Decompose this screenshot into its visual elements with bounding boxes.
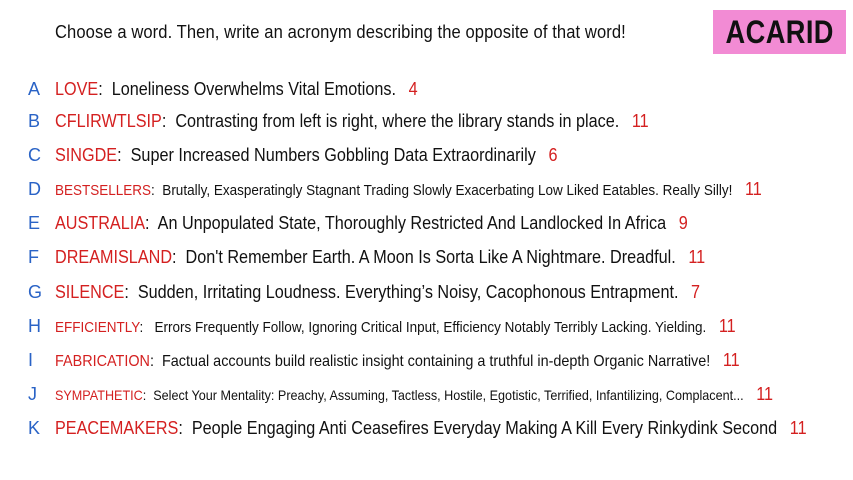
entry-letter: C (28, 145, 41, 165)
entry-score: 11 (631, 111, 649, 131)
entry-line: AUSTRALIA: An Unpopulated State, Thoroug… (55, 213, 688, 233)
entry-letter: D (28, 179, 41, 199)
entry-letter: G (28, 282, 43, 302)
entry-word: AUSTRALIA (55, 213, 146, 233)
entry-definition: Errors Frequently Follow, Ignoring Criti… (154, 319, 707, 336)
entry-line: DREAMISLAND: Don't Remember Earth. A Moo… (55, 247, 706, 267)
entry-row: C SINGDE: Super Increased Numbers Gobbli… (0, 142, 853, 168)
entry-word: SINGDE (55, 145, 118, 165)
entry-row: J SYMPATHETIC: Select Your Mentality: Pr… (0, 381, 853, 407)
entry-word: PEACEMAKERS (55, 418, 179, 438)
entry-letter: I (28, 350, 34, 370)
entry-word: BESTSELLERS (55, 182, 152, 199)
entry-line: SINGDE: Super Increased Numbers Gobbling… (55, 145, 558, 165)
entry-row: D BESTSELLERS: Brutally, Exasperatingly … (0, 176, 853, 202)
entry-score: 7 (691, 282, 701, 302)
entry-row: A LOVE: Loneliness Overwhelms Vital Emot… (0, 76, 853, 102)
prompt-text: Choose a word. Then, write an acronym de… (55, 22, 626, 42)
entry-letter: A (28, 79, 41, 99)
entry-letter: J (28, 384, 37, 404)
entry-definition: Don't Remember Earth. A Moon Is Sorta Li… (185, 247, 676, 267)
entry-definition: Loneliness Overwhelms Vital Emotions. (111, 79, 396, 99)
entry-line: SILENCE: Sudden, Irritating Loudness. Ev… (55, 282, 701, 302)
entry-score: 11 (756, 384, 774, 404)
entry-score: 11 (744, 179, 762, 199)
entry-line: FABRICATION: Factual accounts build real… (55, 350, 740, 370)
entry-score: 4 (408, 79, 418, 99)
entry-definition: Select Your Mentality: Preachy, Assuming… (153, 387, 744, 403)
entry-definition: Factual accounts build realistic insight… (161, 353, 711, 370)
entry-word: FABRICATION (55, 353, 150, 370)
entry-score: 6 (548, 145, 558, 165)
entry-word: EFFICIENTLY (55, 319, 140, 336)
entry-row: B CFLIRWTLSIP: Contrasting from left is … (0, 108, 853, 134)
entry-letter: K (28, 418, 41, 438)
entry-row: H EFFICIENTLY: Errors Frequently Follow,… (0, 313, 853, 339)
entry-score: 11 (688, 247, 706, 267)
entry-score: 11 (789, 418, 807, 438)
entry-definition: Contrasting from left is right, where th… (175, 111, 620, 131)
entry-definition: Super Increased Numbers Gobbling Data Ex… (130, 145, 536, 165)
entry-row: F DREAMISLAND: Don't Remember Earth. A M… (0, 244, 853, 270)
logo-text: ACARID (725, 13, 834, 50)
entry-row: K PEACEMAKERS: People Engaging Anti Ceas… (0, 415, 853, 441)
entry-line: BESTSELLERS: Brutally, Exasperatingly St… (55, 179, 762, 199)
entry-definition: People Engaging Anti Ceasefires Everyday… (191, 418, 778, 438)
entry-word: DREAMISLAND (55, 247, 173, 267)
entry-word: SILENCE (55, 282, 125, 302)
entry-letter: B (28, 111, 41, 131)
entry-line: SYMPATHETIC: Select Your Mentality: Prea… (55, 384, 774, 404)
entry-line: EFFICIENTLY: Errors Frequently Follow, I… (55, 316, 736, 336)
entry-letter: H (28, 316, 41, 336)
entry-score: 11 (718, 316, 736, 336)
entry-word: CFLIRWTLSIP (55, 111, 162, 131)
entry-row: I FABRICATION: Factual accounts build re… (0, 347, 853, 373)
entry-line: PEACEMAKERS: People Engaging Anti Ceasef… (55, 418, 807, 438)
entry-row: E AUSTRALIA: An Unpopulated State, Thoro… (0, 210, 853, 236)
entry-line: LOVE: Loneliness Overwhelms Vital Emotio… (55, 79, 418, 99)
entry-letter: F (28, 247, 39, 267)
entry-word: SYMPATHETIC (55, 387, 143, 403)
entry-row: G SILENCE: Sudden, Irritating Loudness. … (0, 279, 853, 305)
entry-score: 11 (722, 350, 740, 370)
entry-definition: Sudden, Irritating Loudness. Everything’… (137, 282, 679, 302)
entry-score: 9 (678, 213, 688, 233)
entry-line: CFLIRWTLSIP: Contrasting from left is ri… (55, 111, 649, 131)
entry-definition: Brutally, Exasperatingly Stagnant Tradin… (162, 182, 733, 199)
entry-word: LOVE (55, 79, 99, 99)
entry-definition: An Unpopulated State, Thoroughly Restric… (157, 213, 667, 233)
acarid-logo: ACARID (713, 10, 846, 54)
entry-letter: E (28, 213, 41, 233)
